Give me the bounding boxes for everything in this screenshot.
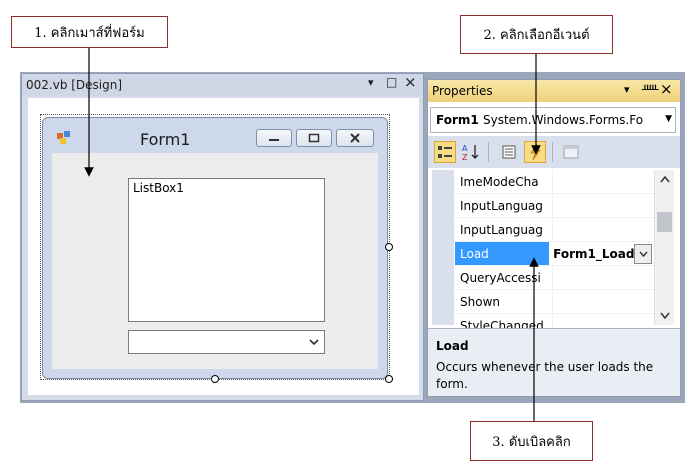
annotation-arrows xyxy=(84,48,541,421)
